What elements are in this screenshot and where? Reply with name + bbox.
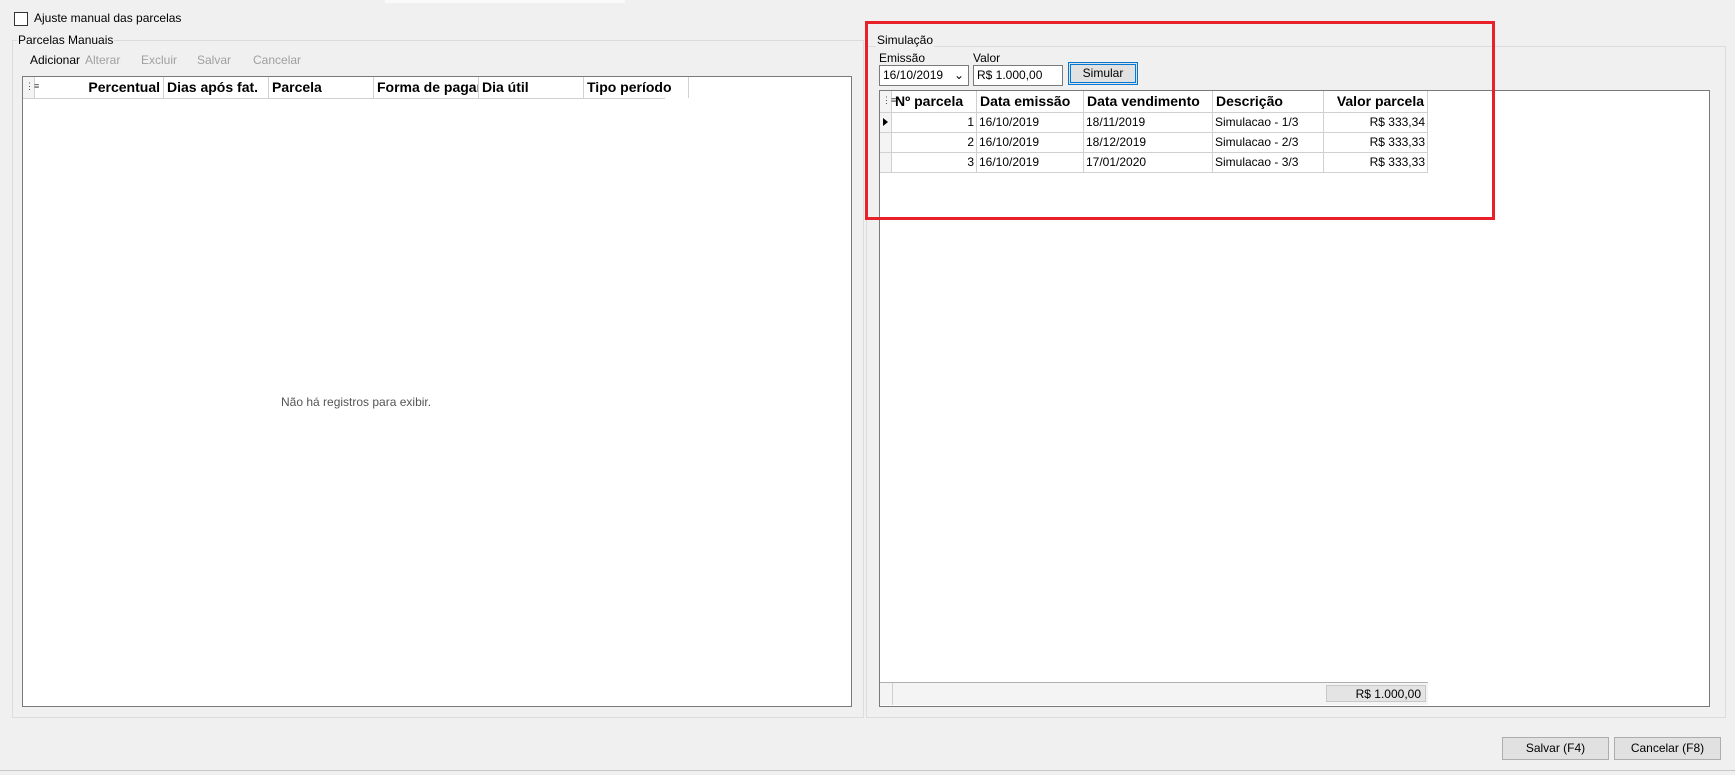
save-button[interactable]: Salvar (F4) bbox=[1502, 737, 1609, 760]
manual-adjust-checkbox[interactable] bbox=[14, 12, 28, 26]
top-edge bbox=[385, 0, 625, 3]
footer-indicator bbox=[880, 683, 893, 705]
cancel-manual-button[interactable]: Cancelar bbox=[253, 53, 301, 67]
col-header-forma-pagar[interactable]: Forma de pagar bbox=[374, 77, 479, 98]
col-header-tipo-periodo[interactable]: Tipo período bbox=[584, 77, 689, 98]
grid-menu-icon[interactable]: ⋮≡ bbox=[23, 77, 39, 98]
manual-grid-header: ⋮≡ Percentual Dias após fat. Parcela For… bbox=[23, 77, 689, 99]
simulation-grid-footer: R$ 1.000,00 bbox=[880, 682, 1428, 705]
cancel-button[interactable]: Cancelar (F8) bbox=[1614, 737, 1721, 760]
manual-adjust-label[interactable]: Ajuste manual das parcelas bbox=[34, 11, 181, 25]
delete-button[interactable]: Excluir bbox=[141, 53, 177, 67]
manual-installments-title: Parcelas Manuais bbox=[17, 33, 115, 47]
bottom-border bbox=[0, 770, 1735, 771]
col-header-parcela[interactable]: Parcela bbox=[269, 77, 374, 98]
highlight-box bbox=[865, 21, 1495, 220]
col-header-dia-util[interactable]: Dia útil bbox=[479, 77, 584, 98]
col-header-percentual[interactable]: Percentual bbox=[35, 77, 164, 98]
total-value: R$ 1.000,00 bbox=[1326, 685, 1426, 702]
edit-button[interactable]: Alterar bbox=[85, 53, 120, 67]
col-header-dias[interactable]: Dias após fat. bbox=[164, 77, 269, 98]
add-button[interactable]: Adicionar bbox=[30, 53, 80, 67]
manual-installments-grid[interactable]: ⋮≡ Percentual Dias após fat. Parcela For… bbox=[22, 76, 852, 707]
empty-message: Não há registros para exibir. bbox=[281, 395, 432, 409]
save-manual-button[interactable]: Salvar bbox=[197, 53, 231, 67]
